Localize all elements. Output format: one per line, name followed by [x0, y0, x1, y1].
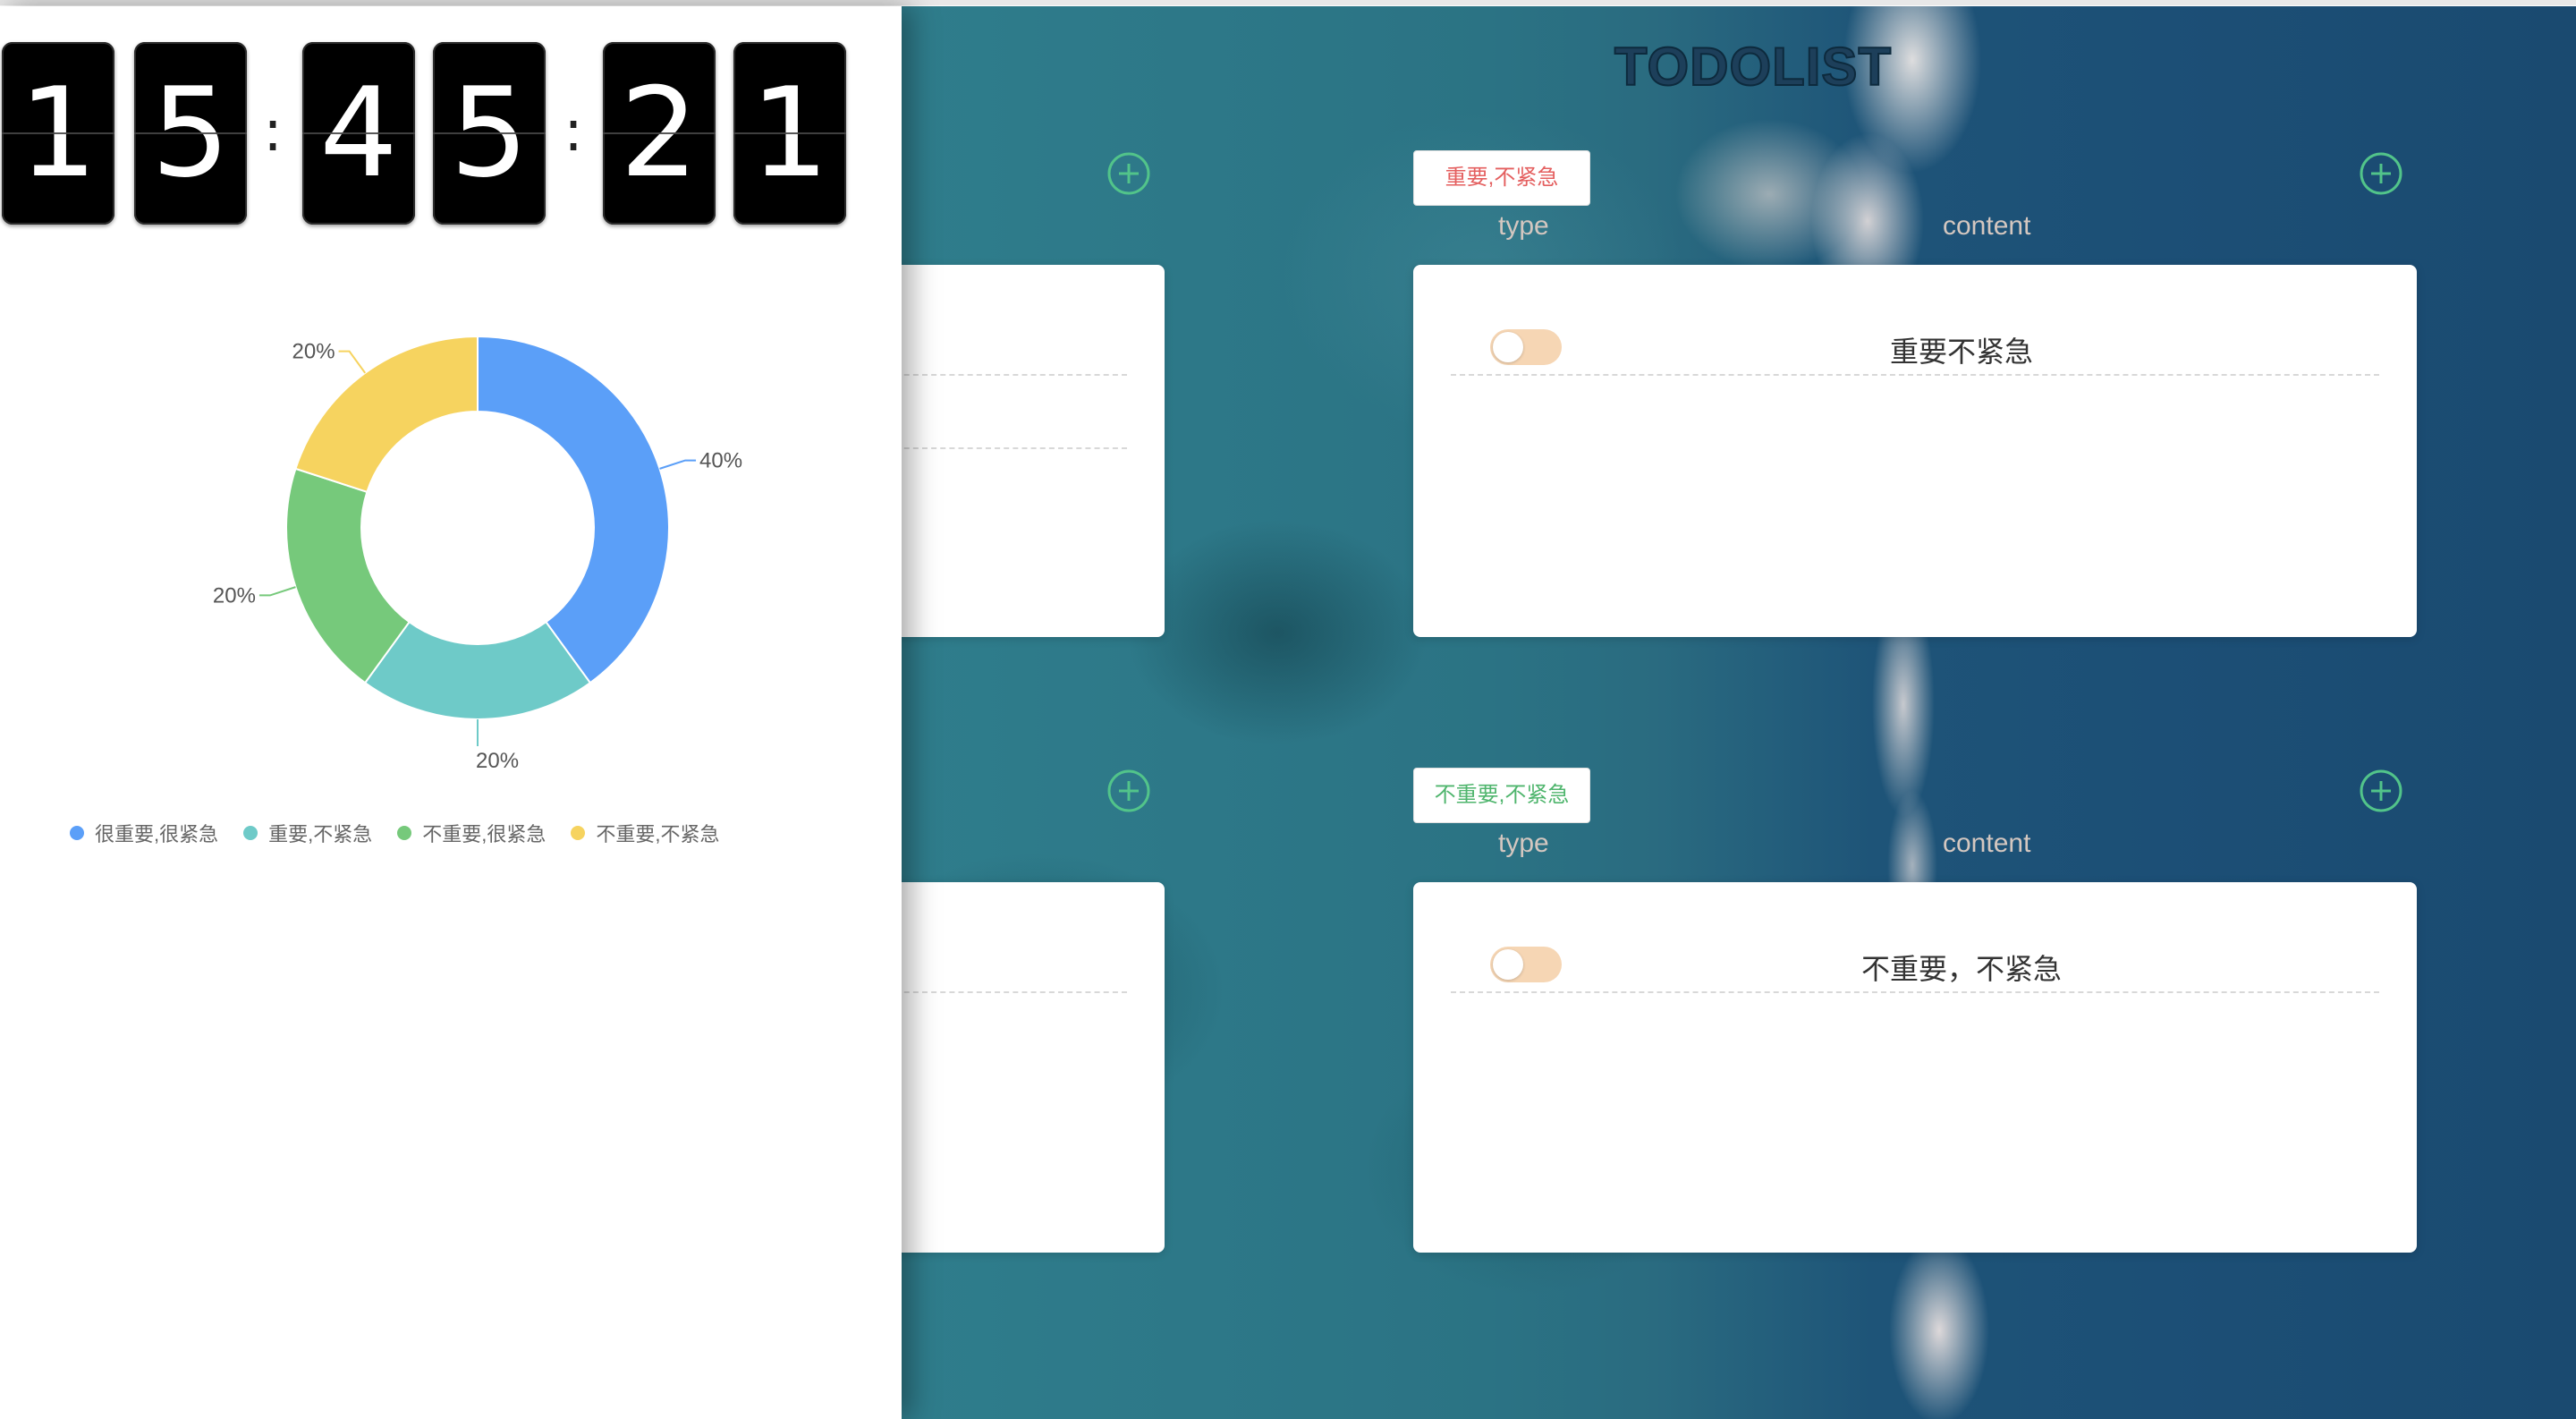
add-todo-icon[interactable] [1106, 150, 1152, 197]
chart-legend: 很重要,很紧急 重要,不紧急 不重要,很紧急 不重要,不紧急 [70, 815, 745, 851]
legend-item[interactable]: 不重要,不紧急 [571, 819, 720, 847]
add-todo-icon[interactable] [2358, 768, 2404, 814]
slice-percent-label: 20% [476, 749, 519, 773]
todo-item-text[interactable]: 不重要，不紧急 [1825, 947, 2098, 988]
todo-item-text[interactable]: 重要不紧急 [1860, 329, 2063, 370]
type-tag-label: 重要,不紧急 [1445, 166, 1559, 190]
legend-color-dot [243, 826, 258, 840]
todo-card-top: 重要不紧急 [1413, 265, 2417, 637]
legend-item[interactable]: 不重要,很紧急 [397, 819, 546, 847]
column-label-content: content [1943, 211, 2031, 241]
legend-color-dot [70, 826, 84, 840]
column-label-type: type [1498, 828, 1549, 858]
column-label-type: type [1498, 211, 1549, 241]
type-tag-top[interactable]: 重要,不紧急 [1413, 150, 1590, 206]
done-toggle[interactable] [1490, 329, 1562, 365]
legend-label: 不重要,很紧急 [422, 823, 547, 845]
legend-label: 不重要,不紧急 [596, 823, 720, 845]
legend-label: 重要,不紧急 [268, 823, 373, 845]
app-title: TODOLIST [1614, 36, 1893, 98]
slice-percent-label: 20% [213, 583, 256, 608]
priority-donut-chart: 40% 20% 20% 20% [213, 335, 742, 773]
slice-label-line [258, 586, 296, 597]
slice-label-line [659, 459, 697, 470]
done-toggle[interactable] [1490, 947, 1562, 982]
type-tag-label: 不重要,不紧急 [1434, 783, 1570, 807]
todo-card-bottom-left [859, 882, 1165, 1253]
type-tag-bottom[interactable]: 不重要,不紧急 [1413, 768, 1590, 823]
legend-color-dot [571, 826, 586, 840]
row-divider [1451, 374, 2379, 376]
add-todo-icon[interactable] [2358, 150, 2404, 197]
window-top-border [0, 0, 2576, 5]
toggle-knob [1493, 949, 1523, 980]
slice-percent-label: 40% [699, 449, 742, 473]
legend-item[interactable]: 很重要,很紧急 [70, 819, 218, 847]
row-divider [1451, 991, 2379, 993]
todo-card-top-left [859, 265, 1165, 637]
todo-card-bottom: 不重要，不紧急 [1413, 882, 2417, 1253]
toggle-knob [1493, 332, 1523, 362]
legend-label: 很重要,很紧急 [95, 823, 219, 845]
slice-percent-label: 20% [292, 340, 335, 364]
slice-label-line [338, 350, 367, 374]
donut-slice[interactable] [477, 335, 670, 684]
column-label-content: content [1943, 828, 2031, 858]
stats-sidebar: 1 5 : 4 5 : 2 1 40% 20% 20% 20% 很重要,很紧急 重要,不… [0, 6, 902, 1419]
legend-item[interactable]: 重要,不紧急 [243, 819, 372, 847]
add-todo-icon[interactable] [1106, 768, 1152, 814]
legend-color-dot [397, 826, 412, 840]
